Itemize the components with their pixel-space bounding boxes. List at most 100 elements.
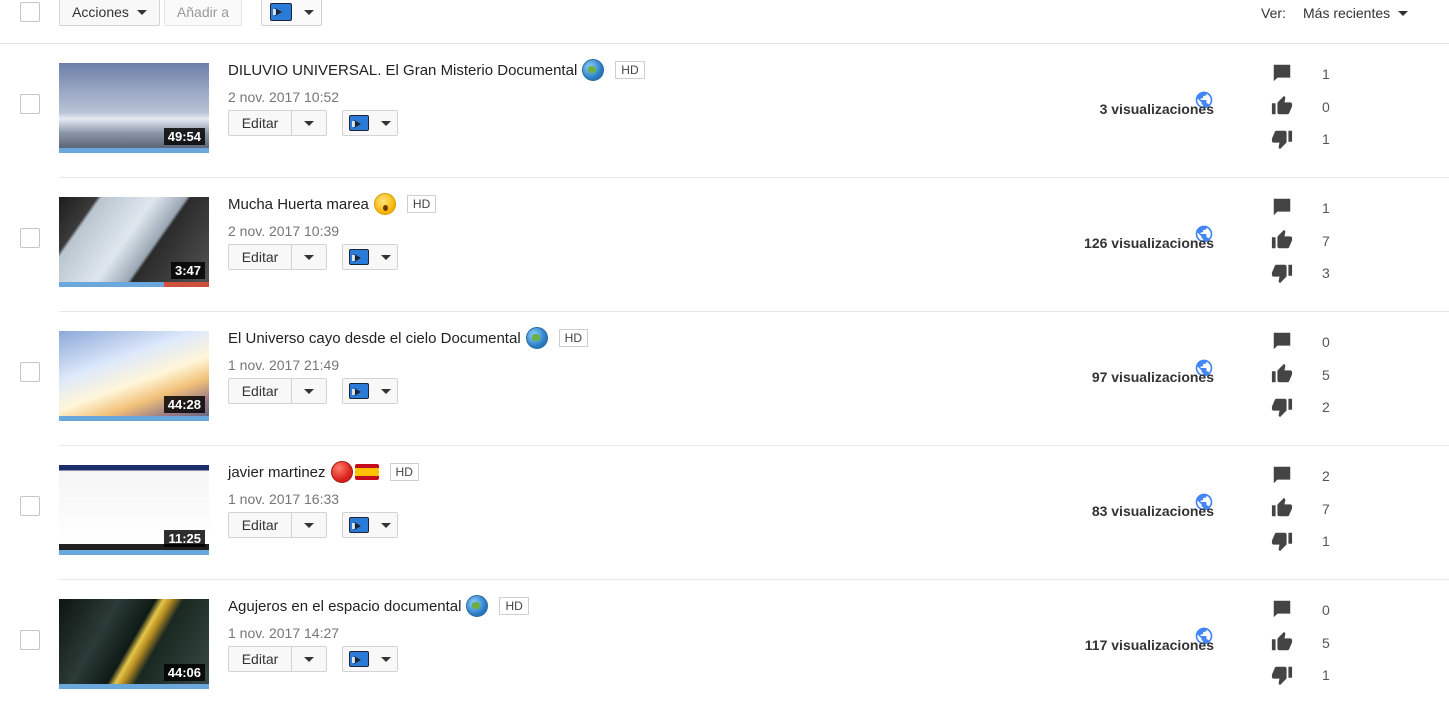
edit-dropdown-button[interactable]: [292, 379, 326, 403]
chevron-down-icon: [381, 522, 391, 528]
hd-badge: HD: [558, 329, 588, 347]
chevron-down-icon: [304, 522, 314, 528]
dislike-count: 1: [1322, 131, 1330, 147]
thumbs-down-icon[interactable]: [1271, 262, 1293, 284]
edit-button[interactable]: Editar: [229, 379, 292, 403]
globe-emoji-icon: [582, 59, 605, 81]
comment-count: 0: [1322, 334, 1330, 350]
chevron-down-icon: [304, 120, 314, 126]
thumbs-down-icon[interactable]: [1271, 128, 1293, 150]
thumbs-up-icon[interactable]: [1271, 363, 1293, 385]
playlist-extension-icon: [269, 3, 292, 21]
comment-icon[interactable]: [1271, 330, 1293, 352]
video-thumbnail[interactable]: 49:54: [59, 63, 209, 153]
edit-dropdown-button[interactable]: [292, 513, 326, 537]
like-count: 7: [1322, 501, 1330, 517]
video-thumbnail[interactable]: 11:25: [59, 465, 209, 555]
globe-emoji-icon: [466, 595, 489, 617]
view-label: Ver:: [1261, 5, 1286, 21]
video-title-line: Mucha Huerta marea HD: [228, 193, 437, 215]
like-count: 5: [1322, 367, 1330, 383]
comment-icon[interactable]: [1271, 62, 1293, 84]
duration-badge: 3:47: [170, 262, 205, 279]
edit-dropdown-button[interactable]: [292, 245, 326, 269]
video-title-line: Agujeros en el espacio documental HD: [228, 595, 529, 617]
upload-date: 2 nov. 2017 10:52: [228, 89, 340, 105]
comment-icon[interactable]: [1271, 464, 1293, 486]
view-count: 97 visualizaciones: [1091, 369, 1214, 385]
video-title[interactable]: javier martinez: [228, 464, 326, 481]
video-row: 11:25 javier martinez HD 1 nov. 2017 16:…: [0, 446, 1449, 580]
playlist-extension-icon: [349, 517, 369, 533]
globe-emoji-icon: [525, 327, 548, 349]
hd-badge: HD: [389, 463, 419, 481]
edit-dropdown-button[interactable]: [292, 647, 326, 671]
video-title[interactable]: DILUVIO UNIVERSAL. El Gran Misterio Docu…: [228, 62, 577, 79]
chevron-down-icon: [381, 254, 391, 260]
sort-value: Más recientes: [1303, 5, 1391, 21]
edit-button[interactable]: Editar: [229, 513, 292, 537]
playlist-extension-icon: [349, 115, 369, 131]
edit-button[interactable]: Editar: [229, 647, 292, 671]
thumbs-down-icon[interactable]: [1271, 664, 1293, 686]
row-checkbox[interactable]: [20, 630, 40, 650]
row-checkbox[interactable]: [20, 496, 40, 516]
duration-badge: 49:54: [163, 128, 205, 145]
astonished-face-emoji-icon: [373, 193, 396, 215]
upload-date: 1 nov. 2017 14:27: [228, 625, 340, 641]
playlist-extension-button[interactable]: [261, 0, 322, 26]
video-thumbnail[interactable]: 3:47: [59, 197, 209, 287]
edit-button-group: Editar: [228, 646, 327, 672]
thumbs-up-icon[interactable]: [1271, 631, 1293, 653]
row-checkbox[interactable]: [20, 228, 40, 248]
row-checkbox[interactable]: [20, 362, 40, 382]
edit-dropdown-button[interactable]: [292, 111, 326, 135]
video-row: 44:06 Agujeros en el espacio documental …: [0, 580, 1449, 704]
video-row: 44:28 El Universo cayo desde el cielo Do…: [0, 312, 1449, 446]
edit-button-group: Editar: [228, 110, 327, 136]
playlist-extension-button[interactable]: [342, 378, 398, 404]
red-circle-emoji-icon: [330, 461, 353, 483]
comment-count: 1: [1322, 66, 1330, 82]
chevron-down-icon: [304, 388, 314, 394]
hd-badge: HD: [499, 597, 529, 615]
playlist-extension-button[interactable]: [342, 110, 398, 136]
video-title-line: El Universo cayo desde el cielo Document…: [228, 327, 588, 349]
video-row: 3:47 Mucha Huerta marea HD 2 nov. 2017 1…: [0, 178, 1449, 312]
toolbar: Acciones Añadir a Ver: Más recientes: [0, 0, 1449, 44]
thumbs-up-icon[interactable]: [1271, 95, 1293, 117]
view-count: 126 visualizaciones: [1084, 235, 1214, 251]
thumbs-down-icon[interactable]: [1271, 530, 1293, 552]
sort-dropdown[interactable]: Más recientes: [1303, 5, 1409, 21]
playlist-extension-button[interactable]: [342, 646, 398, 672]
like-count: 5: [1322, 635, 1330, 651]
playlist-extension-button[interactable]: [342, 244, 398, 270]
chevron-down-icon: [1398, 10, 1409, 16]
comment-icon[interactable]: [1271, 598, 1293, 620]
hd-badge: HD: [615, 61, 645, 79]
row-checkbox[interactable]: [20, 94, 40, 114]
chevron-down-icon: [381, 120, 391, 126]
comment-icon[interactable]: [1271, 196, 1293, 218]
thumbs-down-icon[interactable]: [1271, 396, 1293, 418]
actions-button[interactable]: Acciones: [59, 0, 160, 26]
like-count: 7: [1322, 233, 1330, 249]
chevron-down-icon: [304, 254, 314, 260]
video-title[interactable]: Agujeros en el espacio documental: [228, 598, 461, 615]
video-thumbnail[interactable]: 44:28: [59, 331, 209, 421]
edit-button[interactable]: Editar: [229, 111, 292, 135]
add-to-button[interactable]: Añadir a: [164, 0, 242, 26]
view-count: 3 visualizaciones: [1099, 101, 1214, 117]
progress-bar: [59, 148, 209, 153]
thumbs-up-icon[interactable]: [1271, 229, 1293, 251]
video-title[interactable]: Mucha Huerta marea: [228, 196, 369, 213]
edit-button[interactable]: Editar: [229, 245, 292, 269]
thumbs-up-icon[interactable]: [1271, 497, 1293, 519]
actions-label: Acciones: [72, 4, 129, 20]
select-all-checkbox[interactable]: [20, 2, 40, 22]
playlist-extension-button[interactable]: [342, 512, 398, 538]
progress-bar: [59, 684, 209, 689]
video-title-line: DILUVIO UNIVERSAL. El Gran Misterio Docu…: [228, 59, 645, 81]
video-title[interactable]: El Universo cayo desde el cielo Document…: [228, 330, 521, 347]
video-thumbnail[interactable]: 44:06: [59, 599, 209, 689]
